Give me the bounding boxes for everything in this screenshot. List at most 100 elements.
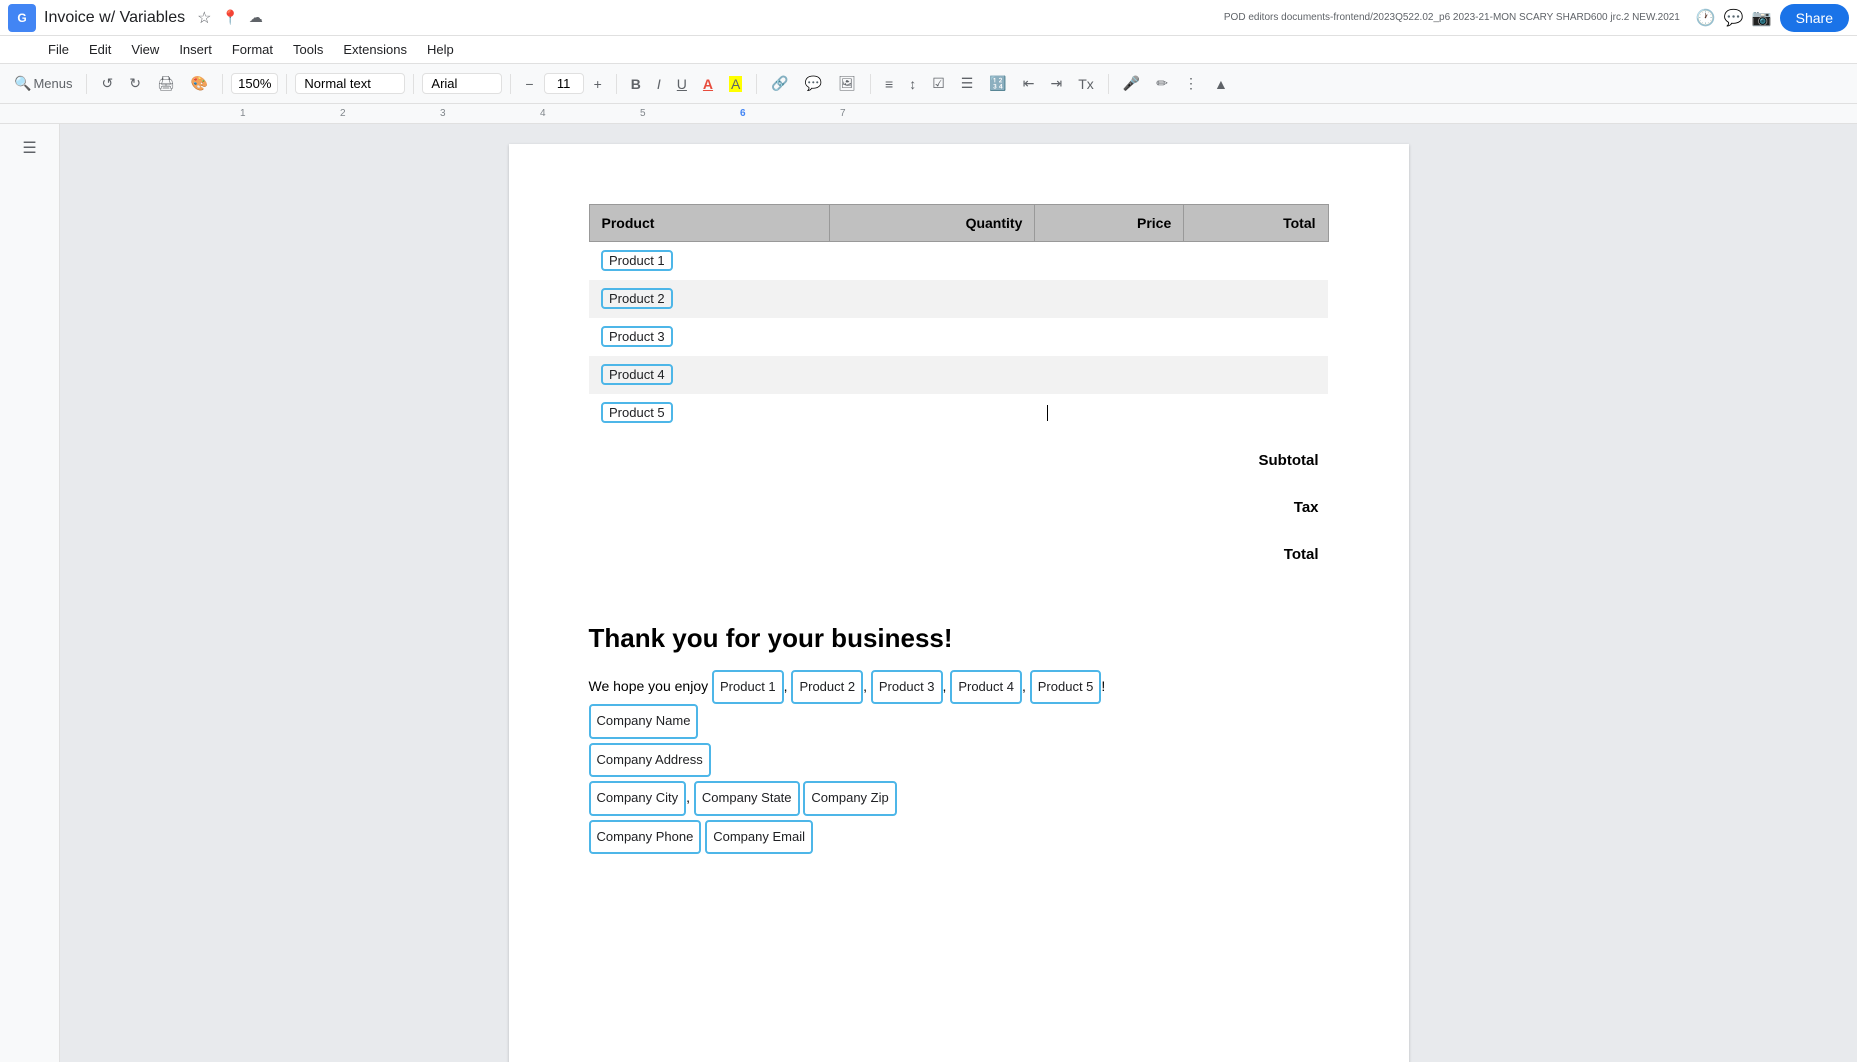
table-cell-total[interactable] <box>1184 356 1328 394</box>
edit-mode-button[interactable]: ✏ <box>1150 71 1174 96</box>
table-row: Product 1 <box>589 242 1328 280</box>
video-icon[interactable]: 📷 <box>1752 8 1772 28</box>
text-color-button[interactable]: A <box>697 72 719 96</box>
star-icon[interactable]: ☆ <box>197 8 211 28</box>
link-button[interactable]: 🔗 <box>765 71 794 96</box>
table-cell-quantity[interactable] <box>829 280 1035 318</box>
zoom-dropdown[interactable]: 150% <box>231 73 278 94</box>
thankyou-intro: We hope you enjoy <box>589 678 713 694</box>
align-button[interactable]: ≡ <box>879 72 899 96</box>
doc-title: Invoice w/ Variables <box>44 9 185 27</box>
print-button[interactable]: 🖨 <box>151 71 181 96</box>
company-name-line: Company Name <box>589 704 1329 739</box>
font-size-minus-button[interactable]: − <box>519 72 539 96</box>
menu-item-edit[interactable]: Edit <box>81 40 119 59</box>
text-style-dropdown[interactable]: Normal text <box>295 73 405 94</box>
underline-icon: U <box>677 76 687 92</box>
tax-row: Tax <box>1294 499 1319 516</box>
table-row: Product 2 <box>589 280 1328 318</box>
menu-item-tools[interactable]: Tools <box>285 40 331 59</box>
font-size-input[interactable]: 11 <box>544 73 584 94</box>
table-cell-price[interactable] <box>1035 394 1184 432</box>
thankyou-product-chip-5: Product 5 <box>1030 670 1102 705</box>
text-cursor <box>1047 405 1048 421</box>
highlight-button[interactable]: A <box>723 72 748 96</box>
checklist-button[interactable]: ☑ <box>926 71 951 96</box>
menus-label: Menus <box>33 76 72 91</box>
image-button[interactable]: 🖼 <box>832 71 862 96</box>
table-cell-total[interactable] <box>1184 280 1328 318</box>
table-cell-price[interactable] <box>1035 356 1184 394</box>
table-cell-quantity[interactable] <box>829 356 1035 394</box>
menubar: FileEditViewInsertFormatToolsExtensionsH… <box>0 36 1857 64</box>
font-size-plus-button[interactable]: + <box>588 72 608 96</box>
canvas-area[interactable]: Product Quantity Price Total Product 1Pr… <box>60 124 1857 1062</box>
search-button[interactable]: 🔍 Menus <box>8 71 78 96</box>
clear-format-button[interactable]: Tx <box>1072 72 1100 96</box>
comment-add-button[interactable]: 💬 <box>799 71 828 96</box>
table-cell-total[interactable] <box>1184 318 1328 356</box>
more-options-button[interactable]: ⋮ <box>1178 71 1204 96</box>
menu-item-file[interactable]: File <box>40 40 77 59</box>
bold-button[interactable]: B <box>625 72 647 96</box>
company-zip-chip: Company Zip <box>803 781 896 816</box>
table-cell-product[interactable]: Product 1 <box>589 242 829 280</box>
outline-icon[interactable]: ☰ <box>14 132 46 164</box>
sidebar-left: ☰ <box>0 124 60 1062</box>
text-color-icon: A <box>703 76 713 92</box>
table-cell-quantity[interactable] <box>829 394 1035 432</box>
collapse-toolbar-button[interactable]: ▲ <box>1208 72 1234 96</box>
menu-item-help[interactable]: Help <box>419 40 462 59</box>
highlight-icon: A <box>729 76 742 92</box>
table-cell-product[interactable]: Product 3 <box>589 318 829 356</box>
underline-button[interactable]: U <box>671 72 693 96</box>
align-icon: ≡ <box>885 76 893 92</box>
table-cell-quantity[interactable] <box>829 318 1035 356</box>
menu-item-format[interactable]: Format <box>224 40 281 59</box>
table-cell-total[interactable] <box>1184 242 1328 280</box>
history-icon[interactable]: 🕐 <box>1696 8 1716 28</box>
line-spacing-button[interactable]: ↕ <box>903 72 922 96</box>
font-dropdown[interactable]: Arial <box>422 73 502 94</box>
table-cell-price[interactable] <box>1035 242 1184 280</box>
main-area: ☰ Product Quantity Price Total Product 1… <box>0 124 1857 1062</box>
table-header-quantity: Quantity <box>829 205 1035 242</box>
numbered-list-button[interactable]: 🔢 <box>983 71 1012 96</box>
share-button[interactable]: Share <box>1780 4 1849 32</box>
comment-icon[interactable]: 💬 <box>1724 8 1744 28</box>
paint-format-button[interactable]: 🎨 <box>185 71 214 96</box>
redo-button[interactable]: ↻ <box>123 71 147 96</box>
table-cell-total[interactable] <box>1184 394 1328 432</box>
menu-item-extensions[interactable]: Extensions <box>335 40 415 59</box>
product-var-chip-2: Product 2 <box>601 288 673 309</box>
table-row: Product 3 <box>589 318 1328 356</box>
voice-input-button[interactable]: 🎤 <box>1117 71 1146 96</box>
undo-button[interactable]: ↺ <box>95 71 119 96</box>
italic-icon: I <box>657 76 661 92</box>
thankyou-product-chip-1: Product 1 <box>712 670 784 705</box>
indent-decrease-button[interactable]: ⇤ <box>1017 71 1041 96</box>
table-cell-price[interactable] <box>1035 280 1184 318</box>
clear-format-icon: Tx <box>1078 76 1094 92</box>
ruler-marks: 1 2 3 4 5 6 7 <box>60 104 1857 123</box>
table-cell-quantity[interactable] <box>829 242 1035 280</box>
cloud-icon[interactable]: ☁ <box>249 9 263 26</box>
plus-icon: + <box>594 76 602 92</box>
italic-button[interactable]: I <box>651 72 667 96</box>
location-icon[interactable]: 📍 <box>221 9 238 26</box>
table-cell-product[interactable]: Product 2 <box>589 280 829 318</box>
table-cell-price[interactable] <box>1035 318 1184 356</box>
table-header-price: Price <box>1035 205 1184 242</box>
print-icon: 🖨 <box>157 75 175 92</box>
menu-item-insert[interactable]: Insert <box>171 40 220 59</box>
indent-increase-button[interactable]: ⇥ <box>1045 71 1069 96</box>
table-cell-product[interactable]: Product 4 <box>589 356 829 394</box>
separator-9 <box>1108 74 1109 94</box>
thankyou-title: Thank you for your business! <box>589 623 1329 654</box>
thankyou-product-chip-2: Product 2 <box>791 670 863 705</box>
separator-8 <box>870 74 871 94</box>
bullet-list-button[interactable]: ☰ <box>955 71 980 96</box>
menu-item-view[interactable]: View <box>123 40 167 59</box>
table-cell-product[interactable]: Product 5 <box>589 394 829 432</box>
company-city-chip: Company City <box>589 781 687 816</box>
